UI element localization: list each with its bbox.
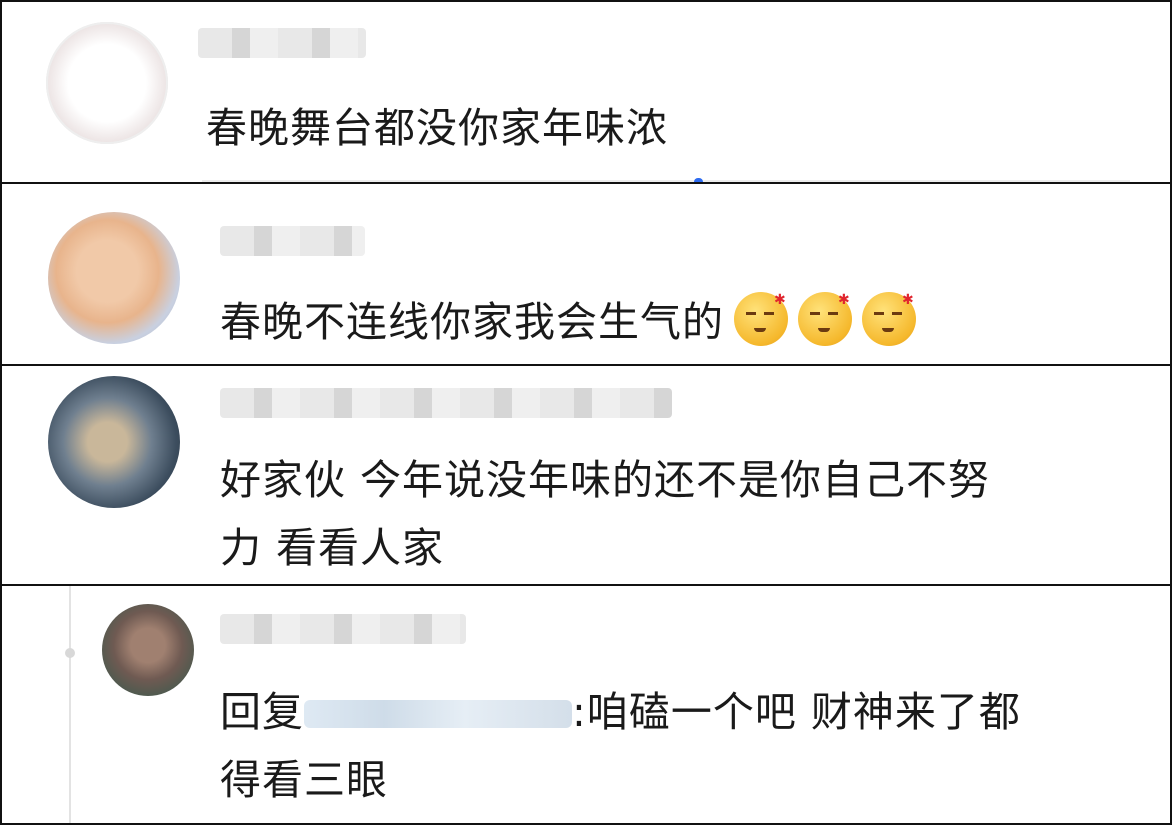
reply-item: 回复 :咱磕一个吧 财神来了都 得看三眼 xyxy=(0,584,1172,825)
username[interactable] xyxy=(198,28,366,58)
avatar[interactable] xyxy=(48,212,180,344)
angry-face-icon: ✱ xyxy=(862,292,916,346)
comment-text: 春晚舞台都没你家年味浓 xyxy=(206,104,668,152)
angry-face-icon: ✱ xyxy=(798,292,852,346)
reply-body: :咱磕一个吧 财神来了都 xyxy=(572,688,1021,736)
thread-line xyxy=(69,586,71,823)
mention-link[interactable] xyxy=(304,700,572,728)
comment-text: 春晚不连线你家我会生气的 ✱ ✱ ✱ xyxy=(220,290,916,354)
comment-item: 好家伙 今年说没年味的还不是你自己不努 力 看看人家 xyxy=(0,364,1172,586)
username[interactable] xyxy=(220,388,672,418)
comment-item: 春晚不连线你家我会生气的 ✱ ✱ ✱ xyxy=(0,182,1172,366)
username[interactable] xyxy=(220,226,365,256)
comment-text-line1: 好家伙 今年说没年味的还不是你自己不努 xyxy=(220,456,991,504)
reply-prefix: 回复 xyxy=(220,688,304,736)
avatar[interactable] xyxy=(46,22,168,144)
thread-dot xyxy=(65,648,75,658)
username[interactable] xyxy=(220,614,466,644)
reply-text-line2: 得看三眼 xyxy=(220,756,388,804)
comment-item: 春晚舞台都没你家年味浓 xyxy=(0,0,1172,184)
comment-text-line2: 力 看看人家 xyxy=(220,524,445,572)
comment-body: 春晚不连线你家我会生气的 xyxy=(220,298,724,346)
angry-face-icon: ✱ xyxy=(734,292,788,346)
avatar[interactable] xyxy=(102,604,194,696)
reply-text-line1: 回复 :咱磕一个吧 财神来了都 xyxy=(220,680,1021,744)
avatar[interactable] xyxy=(48,376,180,508)
